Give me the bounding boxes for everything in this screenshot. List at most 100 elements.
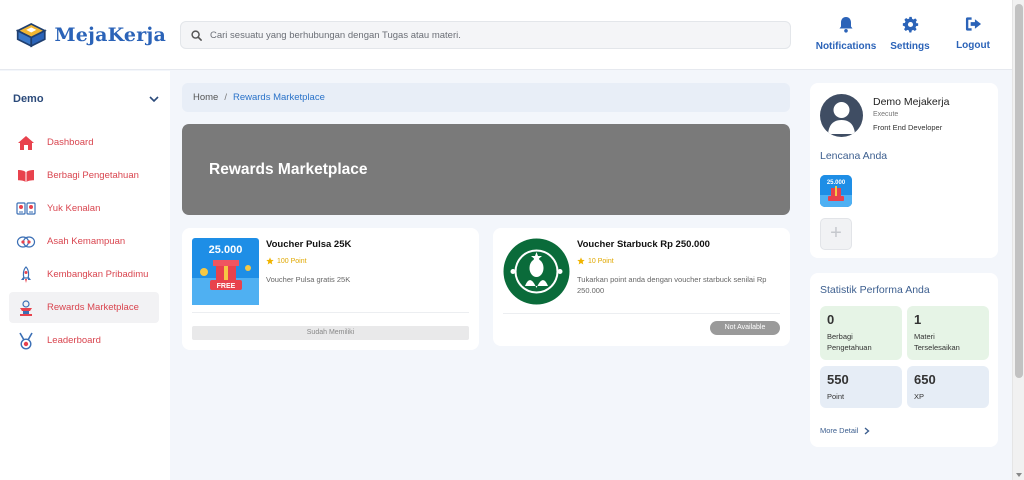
reward-points: 100 Point: [266, 257, 471, 265]
stat-point: 550 Point: [820, 366, 902, 408]
sidebar-item-label: Rewards Marketplace: [47, 302, 139, 313]
gear-icon: [902, 16, 918, 33]
reward-info: Voucher Pulsa 25K 100 Point Voucher Puls…: [266, 239, 471, 285]
sidebar-item-rewards-marketplace[interactable]: Rewards Marketplace: [9, 292, 159, 323]
chevron-down-icon: [149, 95, 159, 102]
sidebar-item-leaderboard[interactable]: Leaderboard: [9, 325, 159, 356]
stat-label: XP: [914, 392, 925, 401]
reward-description: Tukarkan point anda dengan voucher starb…: [577, 275, 767, 295]
not-available-button[interactable]: Not Available: [710, 321, 780, 335]
sidebar-item-berbagi-pengetahuan[interactable]: Berbagi Pengetahuan: [9, 160, 159, 191]
logout-icon: [965, 17, 981, 31]
sidebar-item-label: Dashboard: [47, 137, 94, 148]
reward-description: Voucher Pulsa gratis 25K: [266, 275, 351, 284]
reward-name: Voucher Starbuck Rp 250.000: [577, 239, 710, 250]
brand-name: MejaKerja: [54, 23, 166, 46]
stat-value: 550: [827, 372, 849, 387]
medal-icon: [15, 331, 37, 351]
avatar[interactable]: [820, 94, 863, 137]
card-divider: [503, 313, 780, 314]
notifications-button[interactable]: Notifications: [814, 16, 878, 52]
stat-berbagi-pengetahuan: 0 Berbagi Pengetahuan: [820, 306, 902, 360]
reward-info: Voucher Starbuck Rp 250.000 10 Point Tuk…: [577, 239, 782, 296]
voucher-pulsa-amount: 25.000: [209, 244, 243, 256]
stat-materi-terselesaikan: 1 Materi Terselesaikan: [907, 306, 989, 360]
profile-name: Demo Mejakerja: [873, 96, 950, 108]
reward-points: 10 Point: [577, 257, 782, 265]
user-switcher-name: Demo: [13, 93, 44, 105]
book-icon: [15, 166, 37, 186]
settings-label: Settings: [890, 41, 930, 52]
breadcrumb-separator: /: [224, 92, 227, 103]
rocket-icon: [15, 265, 37, 285]
badge-voucher-image: 25.000: [820, 175, 852, 207]
voucher-pulsa-free: FREE: [217, 283, 236, 290]
sidebar: Demo Dashboard Berbagi Pengetahuan Yuk K…: [0, 71, 170, 480]
search-input[interactable]: [210, 29, 770, 41]
profile-card: Demo Mejakerja Execute Front End Develop…: [810, 83, 998, 258]
page-title: Rewards Marketplace: [209, 160, 368, 178]
user-switcher[interactable]: Demo: [13, 93, 159, 105]
breadcrumb-home-link[interactable]: Home: [193, 92, 218, 103]
stat-value: 650: [914, 372, 936, 387]
sidebar-item-label: Berbagi Pengetahuan: [47, 170, 139, 181]
sidebar-item-label: Leaderboard: [47, 335, 101, 346]
sidebar-item-yuk-kenalan[interactable]: Yuk Kenalan: [9, 193, 159, 224]
card-divider: [192, 312, 469, 313]
bell-icon: [839, 17, 853, 33]
voucher-pulsa-image: 25.000 FREE: [192, 238, 259, 305]
sidebar-item-label: Yuk Kenalan: [47, 203, 101, 214]
reward-points-text: 10 Point: [588, 257, 614, 265]
reward-card-pulsa: 25.000 FREE Voucher Pulsa 25K 100 Point …: [182, 228, 479, 350]
stat-label: Materi Terselesaikan: [914, 332, 960, 352]
stat-label: Berbagi Pengetahuan: [827, 332, 872, 352]
stats-card: Statistik Performa Anda 0 Berbagi Penget…: [810, 273, 998, 447]
badge-voucher-text: 25.000: [827, 180, 846, 186]
top-header: MejaKerja Notifications Settings Logout: [0, 0, 1012, 70]
user-icon: [828, 102, 855, 134]
sidebar-item-kembangkan-pribadimu[interactable]: Kembangkan Pribadimu: [9, 259, 159, 290]
notifications-label: Notifications: [815, 41, 877, 52]
owned-button[interactable]: Sudah Memiliki: [192, 326, 469, 340]
stat-label: Point: [827, 392, 845, 401]
breadcrumb: Home / Rewards Marketplace: [182, 83, 790, 112]
sidebar-item-asah-kemampuan[interactable]: Asah Kemampuan: [9, 226, 159, 257]
scrollbar-thumb[interactable]: [1015, 4, 1023, 378]
star-icon: [266, 257, 274, 265]
scroll-down-arrow-icon[interactable]: [1016, 473, 1022, 477]
page-scrollbar[interactable]: [1012, 0, 1024, 480]
badge-item[interactable]: 25.000: [820, 175, 852, 207]
profile-role: Execute: [873, 111, 899, 118]
more-detail-link[interactable]: More Detail: [820, 426, 870, 435]
desk-logo-icon: [16, 22, 47, 47]
logout-button[interactable]: Logout: [941, 16, 1005, 51]
breadcrumb-current: Rewards Marketplace: [232, 92, 325, 103]
star-icon: [577, 257, 585, 265]
badges-title: Lencana Anda: [820, 150, 888, 162]
sidebar-item-label: Kembangkan Pribadimu: [47, 269, 149, 280]
more-detail-label: More Detail: [820, 426, 859, 435]
search-bar[interactable]: [180, 21, 791, 49]
brand-logo[interactable]: MejaKerja: [16, 20, 166, 50]
sidebar-item-dashboard[interactable]: Dashboard: [9, 127, 159, 158]
chevron-right-icon: [864, 426, 870, 435]
trophy-icon: [15, 298, 37, 318]
reward-card-starbucks: Voucher Starbuck Rp 250.000 10 Point Tuk…: [493, 228, 790, 346]
search-icon: [191, 29, 202, 41]
settings-button[interactable]: Settings: [878, 16, 942, 52]
reward-name: Voucher Pulsa 25K: [266, 239, 352, 250]
people-icon: [15, 199, 37, 219]
brain-icon: [15, 232, 37, 252]
add-badge-button[interactable]: +: [820, 218, 852, 250]
logout-label: Logout: [956, 40, 990, 51]
home-icon: [15, 133, 37, 153]
sidebar-item-label: Asah Kemampuan: [47, 236, 126, 247]
stat-value: 1: [914, 312, 922, 327]
stat-value: 0: [827, 312, 835, 327]
sidebar-menu: Dashboard Berbagi Pengetahuan Yuk Kenala…: [9, 127, 159, 358]
stat-xp: 650 XP: [907, 366, 989, 408]
stats-title: Statistik Performa Anda: [820, 284, 930, 296]
reward-points-text: 100 Point: [277, 257, 307, 265]
page-banner: Rewards Marketplace: [182, 124, 790, 215]
starbucks-logo-image: [503, 238, 570, 305]
